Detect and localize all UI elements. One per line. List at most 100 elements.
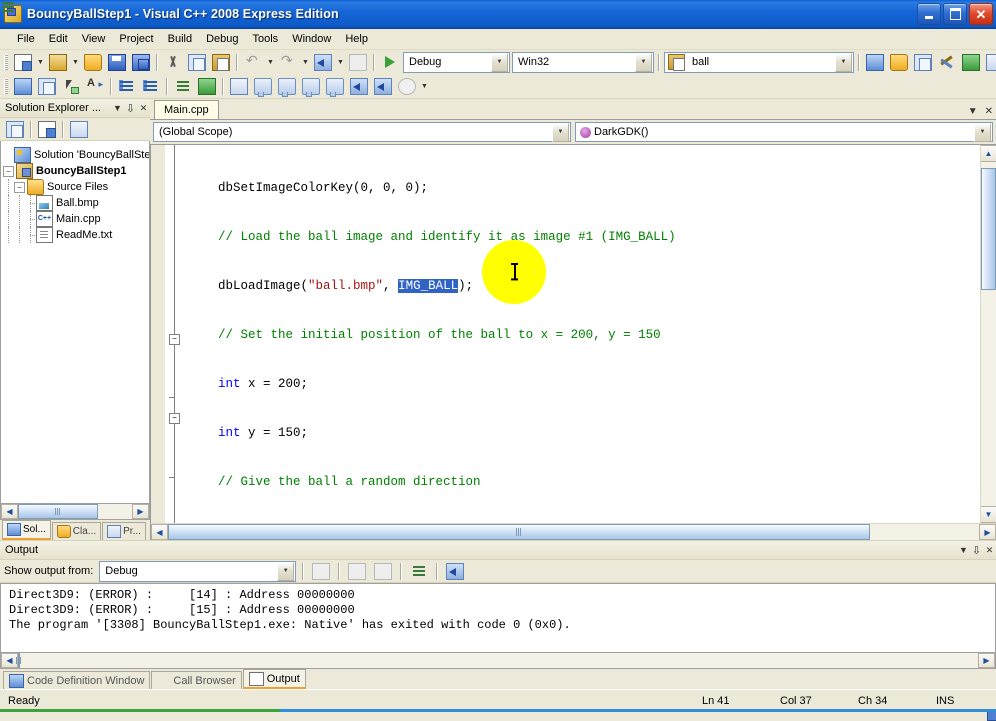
comment-selection-button[interactable] xyxy=(35,75,59,98)
auto-hide-pin-icon[interactable]: ⇩ xyxy=(124,101,137,115)
scroll-track[interactable] xyxy=(168,524,979,540)
search-bookmark-button[interactable] xyxy=(395,75,419,98)
configuration-combo[interactable]: Debug ▼ xyxy=(403,52,510,73)
indicator-margin[interactable] xyxy=(151,145,166,523)
menu-help[interactable]: Help xyxy=(338,31,375,47)
auto-hide-pin-icon[interactable]: ⇩ xyxy=(970,543,983,557)
tab-solution-explorer[interactable]: Sol... xyxy=(2,520,51,540)
fold-collapse-box[interactable]: − xyxy=(169,413,180,424)
previous-bookmark-button[interactable] xyxy=(251,75,275,98)
code-hscrollbar[interactable]: ◀ ▶ xyxy=(150,523,996,540)
navigate-forward-button[interactable] xyxy=(346,51,370,74)
undo-button[interactable] xyxy=(241,51,265,74)
chevron-down-icon[interactable]: ▼ xyxy=(111,101,124,115)
tab-call-browser[interactable]: Call Browser xyxy=(151,671,241,689)
menu-view[interactable]: View xyxy=(75,31,113,47)
menu-build[interactable]: Build xyxy=(161,31,199,47)
menu-window[interactable]: Window xyxy=(285,31,338,47)
command-window-button[interactable] xyxy=(983,51,996,74)
toggle-bookmark-button[interactable] xyxy=(227,75,251,98)
tree-item-project[interactable]: − BouncyBallStep1 xyxy=(1,163,149,179)
tree-item-solution[interactable]: Solution 'BouncyBallStep1 xyxy=(1,147,149,163)
maximize-button[interactable] xyxy=(943,3,967,25)
increase-indent-button[interactable] xyxy=(115,75,139,98)
view-code-button[interactable] xyxy=(67,118,91,141)
code-text[interactable]: dbSetImageColorKey(0, 0, 0); // Load the… xyxy=(182,145,980,523)
menu-tools[interactable]: Tools xyxy=(246,31,286,47)
close-icon[interactable]: ✕ xyxy=(137,101,150,115)
next-bookmark-button[interactable] xyxy=(275,75,299,98)
next-bookmark-folder-button[interactable] xyxy=(371,75,395,98)
decrease-indent-button[interactable] xyxy=(139,75,163,98)
menu-file[interactable]: File xyxy=(10,31,42,47)
chevron-down-icon[interactable]: ▼ xyxy=(635,53,652,72)
chevron-down-icon[interactable]: ▼ xyxy=(968,106,978,117)
solution-tree[interactable]: Solution 'BouncyBallStep1 − BouncyBallSt… xyxy=(0,141,150,504)
show-all-files-button[interactable] xyxy=(35,118,59,141)
minimize-button[interactable] xyxy=(917,3,941,25)
display-toggle-button[interactable] xyxy=(11,75,35,98)
redo-dropdown[interactable]: ▼ xyxy=(300,52,311,73)
cut-button[interactable] xyxy=(161,51,185,74)
find-combo[interactable]: ball ▼ xyxy=(664,52,854,73)
scroll-track[interactable] xyxy=(981,162,996,506)
platform-combo[interactable]: Win32 ▼ xyxy=(512,52,654,73)
collapse-toggle[interactable]: − xyxy=(3,166,14,177)
bookmark-folder-button[interactable] xyxy=(323,75,347,98)
tree-item-main-cpp[interactable]: C++ Main.cpp xyxy=(1,211,149,227)
chevron-down-icon[interactable]: ▼ xyxy=(277,562,294,581)
redo-button[interactable] xyxy=(276,51,300,74)
menu-project[interactable]: Project xyxy=(112,31,160,47)
properties-button[interactable] xyxy=(3,118,27,141)
tree-item-ball-bmp[interactable]: Ball.bmp xyxy=(1,195,149,211)
code-vscrollbar[interactable]: ▲ ▼ xyxy=(980,145,996,523)
tools-button[interactable] xyxy=(935,51,959,74)
chevron-down-icon[interactable]: ▼ xyxy=(974,123,991,142)
previous-bookmark-folder-button[interactable] xyxy=(347,75,371,98)
scroll-right-button[interactable]: ▶ xyxy=(978,653,995,668)
code-editor[interactable]: − − dbSetImageColorKey(0, 0, 0); // Load… xyxy=(150,145,996,523)
scroll-left-button[interactable]: ◀ xyxy=(1,504,18,519)
add-item-dropdown[interactable]: ▼ xyxy=(70,52,81,73)
toolbox-button[interactable] xyxy=(911,51,935,74)
list-members-button[interactable] xyxy=(171,75,195,98)
output-source-combo[interactable]: Debug ▼ xyxy=(99,561,296,582)
collapse-toggle[interactable]: − xyxy=(14,182,25,193)
add-new-item-button[interactable] xyxy=(46,51,70,74)
tab-output[interactable]: Output xyxy=(243,669,306,689)
go-to-next-button[interactable] xyxy=(371,560,395,583)
output-body[interactable]: Direct3D9: (ERROR) : [14] : Address 0000… xyxy=(0,583,996,653)
tab-code-definition-window[interactable]: Code Definition Window xyxy=(3,671,150,689)
scroll-left-button[interactable]: ◀ xyxy=(151,524,168,540)
editor-tab-main-cpp[interactable]: Main.cpp xyxy=(154,100,219,119)
navigate-dropdown[interactable]: ▼ xyxy=(335,52,346,73)
close-button[interactable]: ✕ xyxy=(969,3,993,25)
menu-edit[interactable]: Edit xyxy=(42,31,75,47)
scroll-track[interactable] xyxy=(18,504,132,519)
scope-combo[interactable]: (Global Scope) ▼ xyxy=(153,122,571,142)
paste-button[interactable] xyxy=(209,51,233,74)
toggle-word-wrap-button[interactable] xyxy=(443,560,467,583)
save-all-button[interactable] xyxy=(129,51,153,74)
tree-item-source-files[interactable]: − Source Files xyxy=(1,179,149,195)
clear-bookmarks-button[interactable] xyxy=(299,75,323,98)
tab-property-manager[interactable]: Pr... xyxy=(102,522,146,540)
start-debugging-button[interactable] xyxy=(378,51,402,74)
chevron-down-icon[interactable]: ▼ xyxy=(835,53,852,72)
clear-all-button[interactable] xyxy=(407,560,431,583)
object-browser-button[interactable] xyxy=(959,51,983,74)
scroll-up-button[interactable]: ▲ xyxy=(981,145,996,162)
tab-class-view[interactable]: Cla... xyxy=(52,522,101,540)
chevron-down-icon[interactable]: ▼ xyxy=(957,543,970,557)
close-icon[interactable]: ✕ xyxy=(983,543,996,557)
open-file-button[interactable] xyxy=(81,51,105,74)
menu-debug[interactable]: Debug xyxy=(199,31,245,47)
scroll-right-button[interactable]: ▶ xyxy=(132,504,149,519)
solution-tree-hscrollbar[interactable]: ◀ ▶ xyxy=(0,504,150,520)
tree-item-readme-txt[interactable]: ReadMe.txt xyxy=(1,227,149,243)
uncomment-selection-button[interactable] xyxy=(59,75,83,98)
close-icon[interactable]: ✕ xyxy=(985,106,993,117)
member-combo[interactable]: DarkGDK() ▼ xyxy=(575,122,993,142)
scroll-right-button[interactable]: ▶ xyxy=(979,524,996,540)
outlining-margin[interactable]: − − xyxy=(166,145,182,523)
